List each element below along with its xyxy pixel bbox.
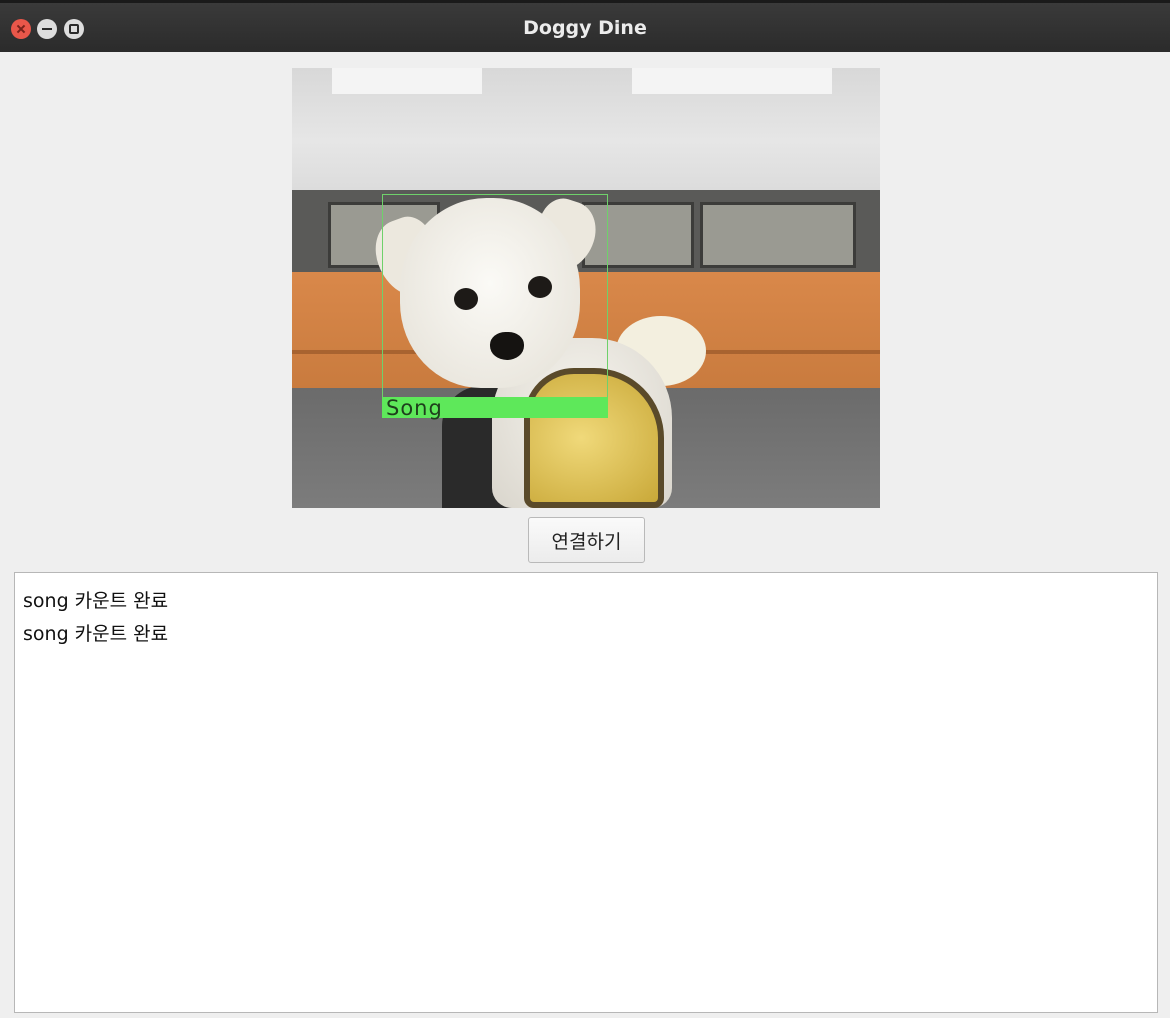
app-window: Doggy Dine Song 연결하기 song 카운트 완료 song 카운… — [0, 0, 1170, 1018]
partition-pane — [700, 202, 856, 268]
ceiling-light — [332, 68, 482, 94]
detection-box — [382, 194, 608, 418]
connect-button[interactable]: 연결하기 — [528, 517, 645, 563]
log-output[interactable]: song 카운트 완료 song 카운트 완료 — [14, 572, 1158, 1013]
ceiling-light — [632, 68, 832, 94]
log-line: song 카운트 완료 — [23, 590, 169, 612]
window-title: Doggy Dine — [523, 17, 647, 39]
log-line: song 카운트 완료 — [23, 623, 169, 645]
title-bar: Doggy Dine — [0, 0, 1170, 52]
detection-label: Song — [382, 397, 608, 419]
camera-feed: Song — [292, 68, 880, 508]
